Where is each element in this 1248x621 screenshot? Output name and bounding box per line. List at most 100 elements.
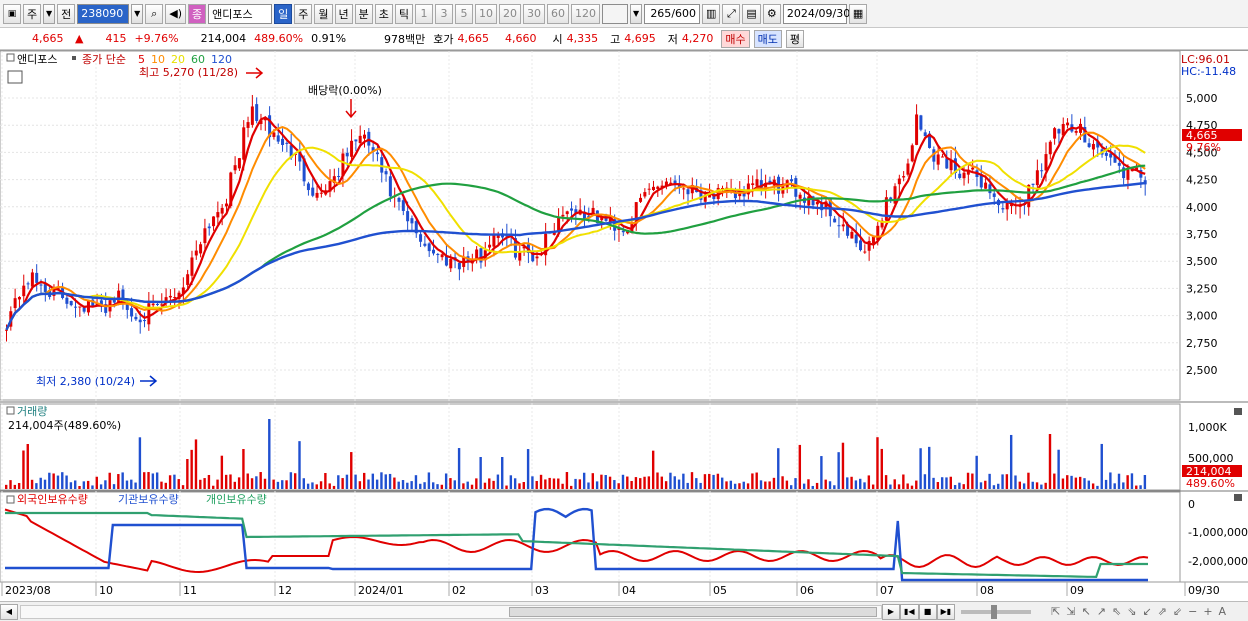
sell-button[interactable]: 매도 xyxy=(753,29,782,48)
tab-minute[interactable]: 분 xyxy=(354,3,373,24)
buy-button[interactable]: 매수 xyxy=(721,29,750,48)
volume-bar xyxy=(509,475,513,489)
unit-30[interactable]: 30 xyxy=(523,3,546,24)
unit-5[interactable]: 5 xyxy=(455,3,474,24)
tab-month[interactable]: 월 xyxy=(314,3,333,24)
chevron-down-icon[interactable]: ▼ xyxy=(43,3,56,24)
zoom-slider[interactable] xyxy=(961,604,1032,619)
draw-tool-5-icon[interactable]: ⇖ xyxy=(1112,605,1121,618)
unit-20[interactable]: 20 xyxy=(499,3,522,24)
unit-60[interactable]: 60 xyxy=(547,3,570,24)
unit-3[interactable]: 3 xyxy=(435,3,454,24)
scroll-right-icon[interactable]: ▶ xyxy=(882,603,900,620)
candle-body xyxy=(362,134,366,139)
volume-bar xyxy=(958,482,961,489)
unit-dropdown-icon[interactable]: ▼ xyxy=(630,3,643,24)
tab-day[interactable]: 일 xyxy=(274,3,293,24)
volume-bar xyxy=(600,474,603,489)
volume-bar xyxy=(1009,434,1013,489)
x-tick-label: 06 xyxy=(800,584,814,597)
ma-legend-item: 20 xyxy=(171,53,185,66)
candle-type-icon[interactable]: ▥ xyxy=(702,3,721,24)
stock-name-field[interactable]: 앤디포스 xyxy=(208,3,273,24)
grid-toggle-icon[interactable] xyxy=(7,70,23,84)
chart-canvas[interactable]: 앤디포스 종가 단순 5 10 20 60 120 최고 5,270 (11/28) 배… xyxy=(0,50,1248,604)
line-tool-icon[interactable]: ⤢ xyxy=(722,3,741,24)
unit-120[interactable]: 120 xyxy=(571,3,601,24)
candle-body xyxy=(557,216,561,231)
window-icon[interactable]: ▣ xyxy=(3,3,21,24)
volume-bar xyxy=(587,482,590,489)
volume-bar xyxy=(190,449,193,489)
date-input[interactable]: 2024/09/30 xyxy=(782,3,850,24)
save-icon[interactable]: ▤ xyxy=(742,3,761,24)
volume-bar xyxy=(561,483,564,489)
eval-button[interactable]: 평 xyxy=(785,29,805,48)
candle-body xyxy=(406,211,410,222)
drawing-tools[interactable]: ⇱ ⇲ ↖ ↗ ⇖ ⇘ ↙ ⇗ ⇙ − + A xyxy=(1051,605,1226,618)
draw-tool-1-icon[interactable]: ⇱ xyxy=(1051,605,1060,618)
volume-bar xyxy=(595,481,599,489)
volume-bar xyxy=(263,478,267,489)
volume-bar xyxy=(285,480,288,489)
tab-week[interactable]: 주 xyxy=(23,3,42,24)
tab-prev[interactable]: 전 xyxy=(57,3,76,24)
plus-icon[interactable]: + xyxy=(1203,605,1212,618)
scroll-thumb[interactable] xyxy=(509,606,877,617)
first-icon[interactable]: ▮◀ xyxy=(900,603,919,620)
tab-tick[interactable]: 틱 xyxy=(394,3,414,24)
tab-second[interactable]: 초 xyxy=(374,3,393,24)
volume-bar xyxy=(975,455,978,489)
unit-1[interactable]: 1 xyxy=(415,3,434,24)
minus-icon[interactable]: − xyxy=(1188,605,1197,618)
count-input[interactable]: 265/600 xyxy=(644,3,701,24)
speaker-icon[interactable]: ◀) xyxy=(165,3,187,24)
volume-bar xyxy=(479,457,482,489)
volume-bar xyxy=(194,439,198,489)
tab-year[interactable]: 년 xyxy=(334,3,353,24)
volume-bar xyxy=(293,473,297,489)
ask-price: 4,665 xyxy=(457,32,490,45)
price-tick-label: 3,250 xyxy=(1186,282,1218,295)
draw-tool-6-icon[interactable]: ⇘ xyxy=(1127,605,1136,618)
volume-bar xyxy=(677,479,681,489)
holding-close-icon[interactable] xyxy=(1234,494,1242,501)
draw-tool-4-icon[interactable]: ↗ xyxy=(1097,605,1106,618)
tab-weekly[interactable]: 주 xyxy=(294,3,313,24)
candle-body xyxy=(155,304,159,306)
volume-close-icon[interactable] xyxy=(1234,408,1242,415)
draw-tool-3-icon[interactable]: ↖ xyxy=(1082,605,1091,618)
change-value: 415 xyxy=(105,32,127,45)
zoom-knob[interactable] xyxy=(991,604,998,619)
low-label: 저 xyxy=(667,32,678,46)
last-icon[interactable]: ▶▮ xyxy=(936,603,956,620)
volume-bar xyxy=(712,474,715,489)
code-dropdown-icon[interactable]: ▼ xyxy=(131,3,144,24)
calendar-icon[interactable]: ▦ xyxy=(848,3,868,24)
unit-10[interactable]: 10 xyxy=(475,3,498,24)
stock-code-input[interactable]: 238090 xyxy=(77,3,130,24)
volume-bar xyxy=(9,480,12,489)
scroll-track[interactable] xyxy=(20,604,882,619)
font-size-icon[interactable]: A xyxy=(1219,605,1227,618)
volume-bar xyxy=(716,473,720,489)
bottom-scroll-bar: ◀ ▶ ▮◀ ■ ▶▮ ⇱ ⇲ ↖ ↗ ⇖ ⇘ ↙ ⇗ ⇙ − + A xyxy=(0,601,1248,621)
volume-bar xyxy=(147,472,150,489)
chart-area[interactable]: 앤디포스 종가 단순 5 10 20 60 120 최고 5,270 (11/28) 배… xyxy=(0,50,1248,604)
stop-icon[interactable]: ■ xyxy=(918,603,937,620)
unit-input[interactable] xyxy=(602,3,629,24)
draw-tool-9-icon[interactable]: ⇙ xyxy=(1173,605,1182,618)
ma-120-line xyxy=(5,181,1146,331)
draw-tool-8-icon[interactable]: ⇗ xyxy=(1158,605,1167,618)
volume-bar xyxy=(841,442,845,489)
volume-bar xyxy=(833,485,836,489)
draw-tool-7-icon[interactable]: ↙ xyxy=(1142,605,1151,618)
draw-tool-2-icon[interactable]: ⇲ xyxy=(1066,605,1075,618)
volume-bar xyxy=(910,485,914,489)
volume-bar xyxy=(682,473,685,489)
gear-icon[interactable]: ⚙ xyxy=(762,3,781,24)
scroll-left-icon[interactable]: ◀ xyxy=(0,603,18,620)
stock-badge: 종 xyxy=(188,3,207,24)
volume-bar xyxy=(764,481,767,489)
search-icon[interactable]: ⌕ xyxy=(145,3,164,24)
